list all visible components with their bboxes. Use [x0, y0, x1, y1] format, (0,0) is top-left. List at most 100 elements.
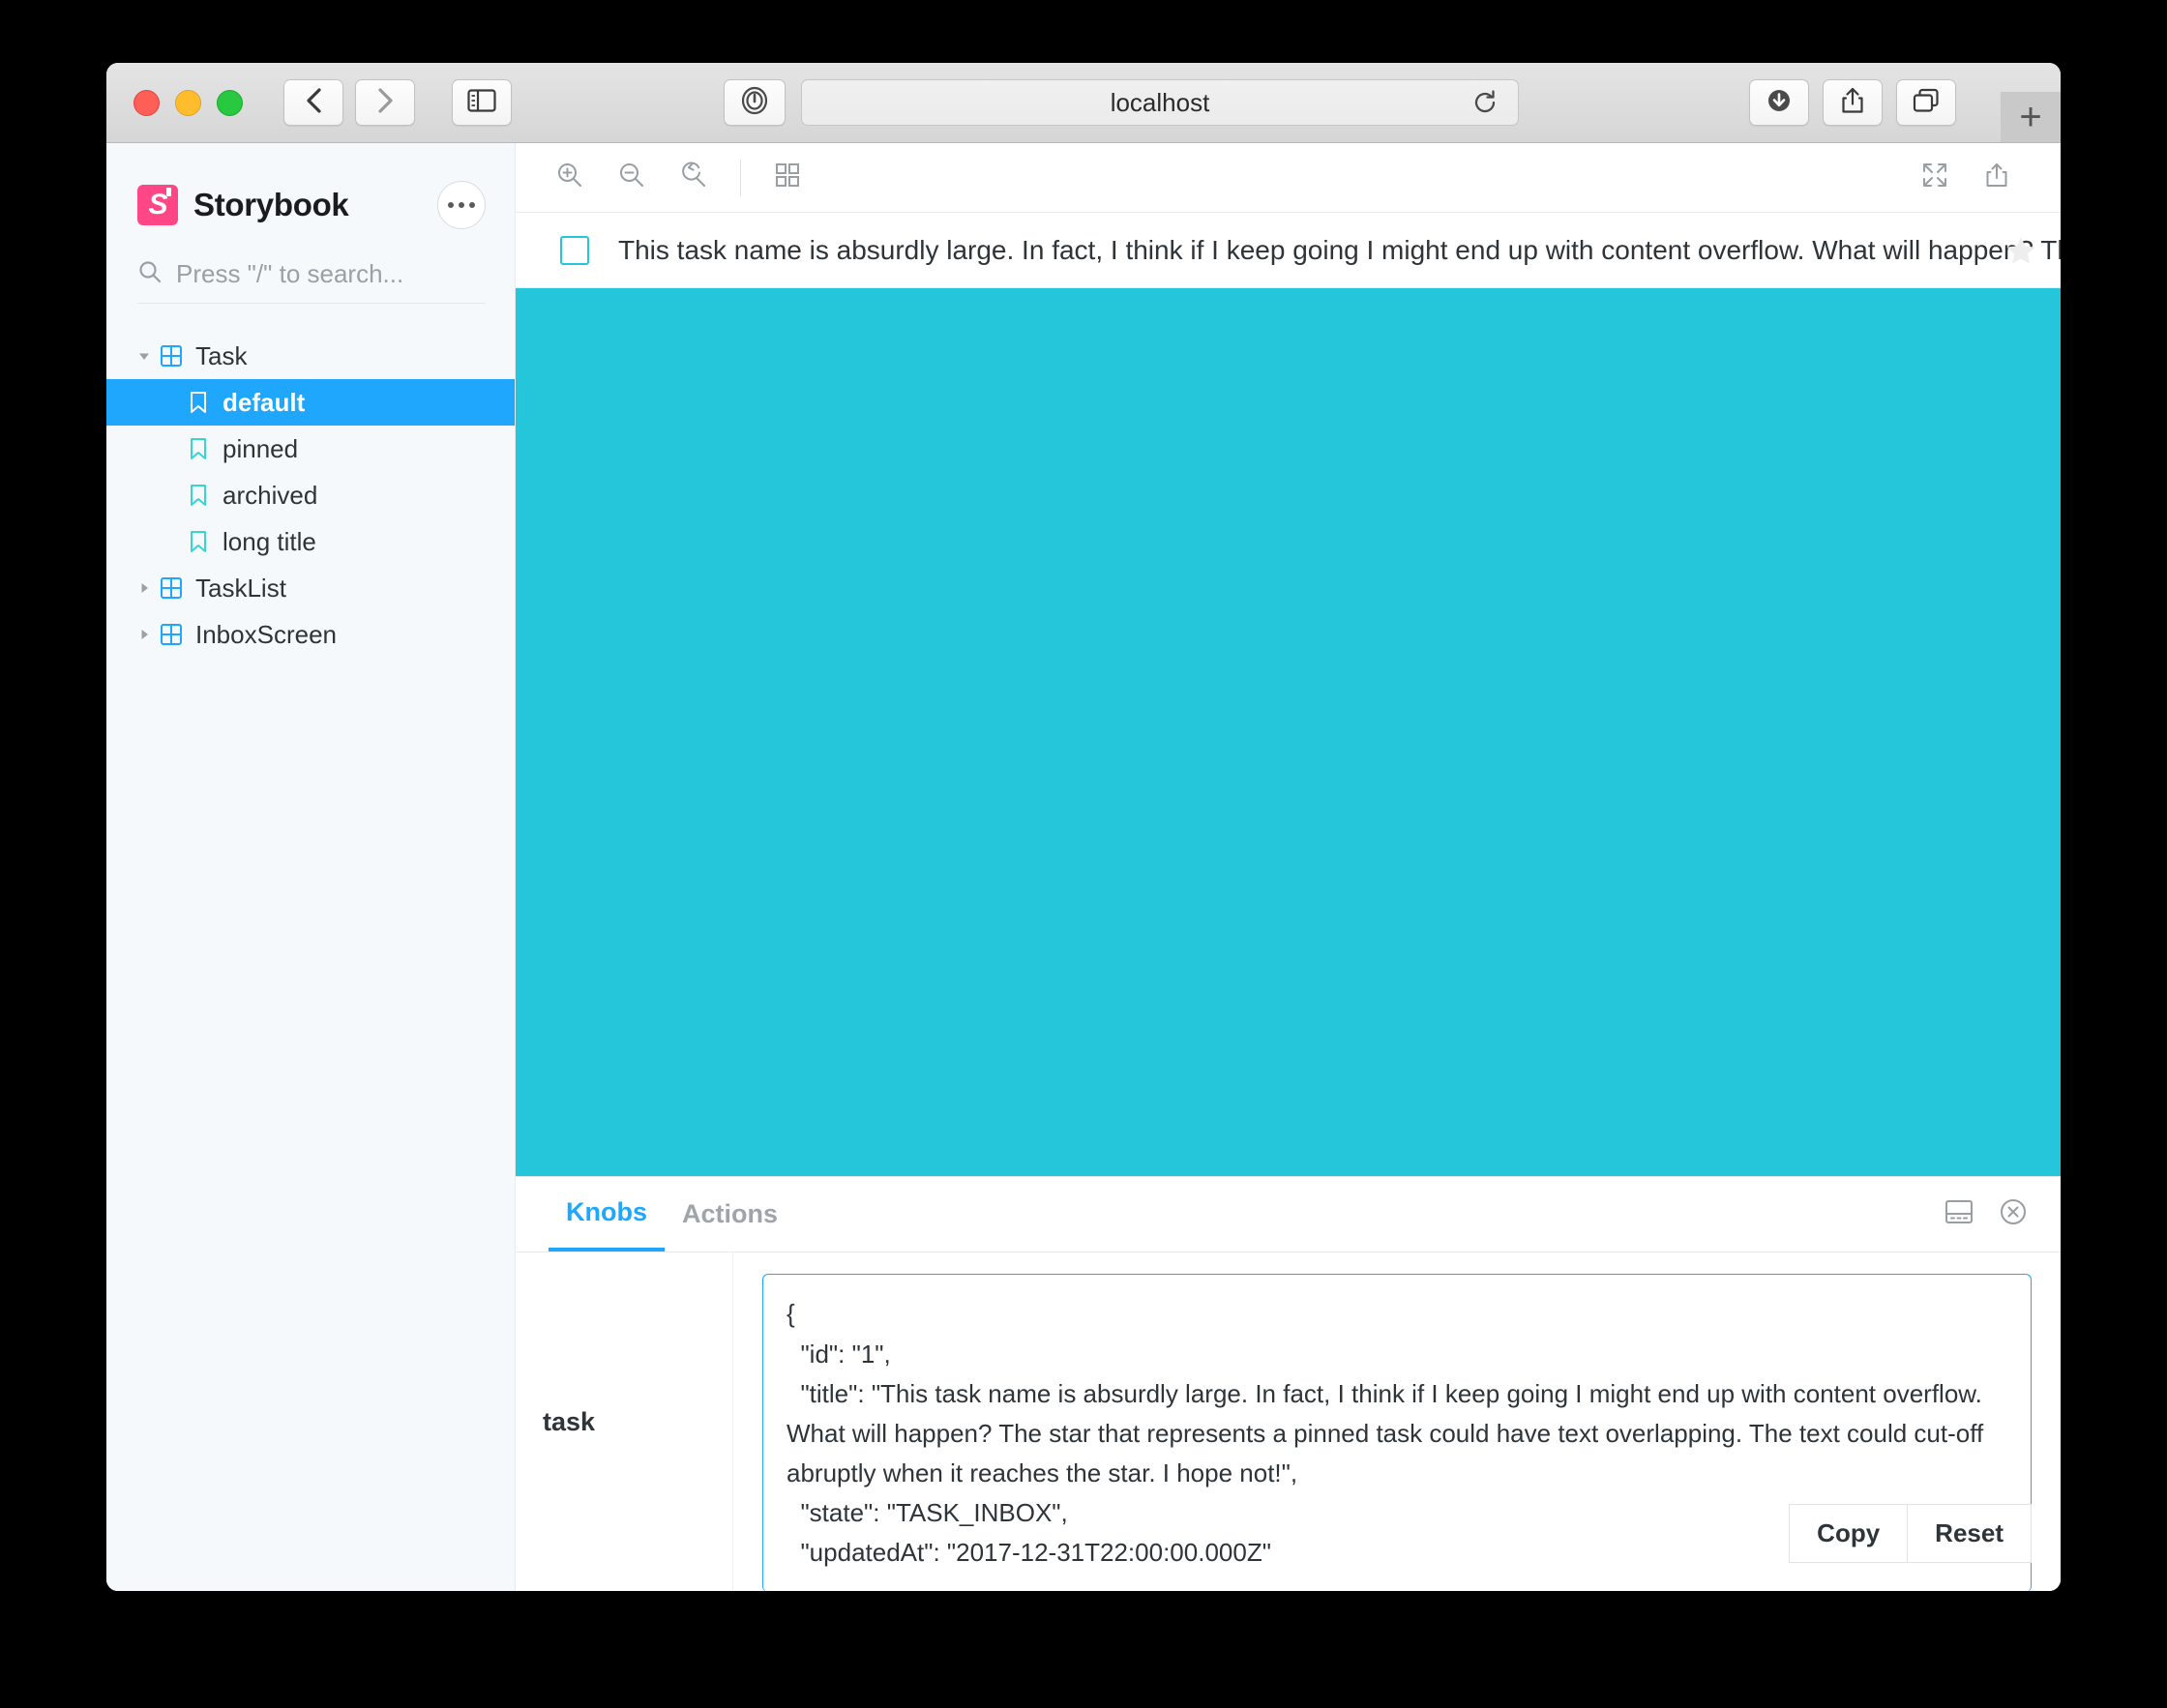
tab-knobs[interactable]: Knobs — [549, 1177, 665, 1252]
grid-background-icon — [775, 162, 800, 192]
task-item: This task name is absurdly large. In fac… — [516, 213, 2061, 288]
share-icon — [1839, 86, 1866, 120]
sidebar-item-label: default — [223, 387, 306, 417]
open-in-new-tab-button[interactable] — [1966, 149, 2028, 207]
copy-button[interactable]: Copy — [1789, 1504, 1909, 1563]
story-bookmark-icon — [182, 391, 215, 414]
tab-label: Actions — [682, 1199, 779, 1229]
minimize-window-button[interactable] — [175, 89, 201, 116]
search-input[interactable]: Press "/" to search... — [137, 259, 486, 304]
story-bookmark-icon — [182, 437, 215, 460]
tab-label: Knobs — [566, 1197, 647, 1227]
chevron-right-icon[interactable] — [134, 581, 155, 595]
knob-buttons: Copy Reset — [1789, 1504, 2032, 1563]
panel-position-button[interactable] — [1944, 1199, 1974, 1229]
sidebar-item-inboxscreen[interactable]: InboxScreen — [106, 611, 515, 658]
toolbar-divider — [740, 159, 741, 196]
more-options-icon — [448, 202, 454, 208]
back-chevron-icon — [304, 86, 323, 120]
window-controls — [134, 89, 243, 116]
forward-chevron-icon — [375, 86, 395, 120]
sidebar-item-long-title[interactable]: long title — [106, 518, 515, 565]
storybook-logo-icon: S — [137, 185, 178, 225]
chevron-down-icon[interactable] — [134, 349, 155, 363]
addon-panel-tabs: Knobs Actions — [516, 1177, 2061, 1253]
panel-position-icon — [1944, 1200, 1974, 1228]
sidebar-item-tasklist[interactable]: TaskList — [106, 565, 515, 611]
search-placeholder: Press "/" to search... — [176, 259, 404, 288]
pin-star-icon[interactable] — [2004, 234, 2037, 267]
addon-panel: Knobs Actions task {"id": "1", "title":… — [516, 1176, 2061, 1591]
storybook-app: S Storybook Press "/" to search... Task … — [106, 143, 2061, 1591]
fullscreen-button[interactable] — [1904, 149, 1966, 207]
toolbar-right-buttons — [1749, 79, 1956, 126]
tab-overview-button[interactable] — [1896, 79, 1956, 126]
storybook-sidebar: S Storybook Press "/" to search... Task … — [106, 143, 516, 1591]
component-icon — [155, 344, 188, 368]
navigation-buttons — [283, 79, 415, 126]
zoom-in-icon — [555, 161, 584, 194]
sidebar-item-archived[interactable]: archived — [106, 472, 515, 518]
storybook-logo-letter: S — [148, 189, 167, 221]
story-tree: Task default pinned archived long title … — [106, 333, 515, 658]
zoom-out-button[interactable] — [601, 149, 663, 207]
sidebar-brand-title: Storybook — [193, 187, 349, 222]
story-canvas — [516, 288, 2061, 1177]
sidebar-item-label: pinned — [223, 433, 299, 463]
tab-overview-icon — [1912, 87, 1941, 119]
addon-panel-actions — [1944, 1197, 2061, 1231]
url-text: localhost — [1110, 87, 1210, 117]
open-in-new-tab-icon — [1984, 162, 2009, 193]
tab-actions[interactable]: Actions — [665, 1177, 795, 1252]
sidebar-menu-button[interactable] — [437, 181, 486, 229]
sidebar-toggle-button[interactable] — [452, 79, 512, 126]
close-panel-button[interactable] — [1999, 1197, 2028, 1231]
more-options-icon — [469, 202, 475, 208]
component-icon — [155, 623, 188, 646]
sidebar-item-pinned[interactable]: pinned — [106, 426, 515, 472]
maximize-window-button[interactable] — [217, 89, 243, 116]
component-icon — [155, 576, 188, 600]
knob-field-cell: { "id": "1", "title": "This task name is… — [733, 1252, 2061, 1591]
sidebar-item-label: TaskList — [195, 573, 286, 603]
knob-name: task — [543, 1407, 596, 1437]
share-button[interactable] — [1823, 79, 1883, 126]
fullscreen-icon — [1921, 162, 1948, 193]
sidebar-item-label: long title — [223, 526, 316, 556]
reset-button[interactable]: Reset — [1908, 1504, 2032, 1563]
reload-button[interactable] — [1471, 89, 1499, 116]
story-bookmark-icon — [182, 484, 215, 507]
close-panel-icon — [1999, 1199, 2028, 1230]
more-options-icon — [459, 202, 464, 208]
sidebar-item-task[interactable]: Task — [106, 333, 515, 379]
storybook-main: This task name is absurdly large. In fac… — [516, 143, 2061, 1591]
zoom-out-icon — [617, 161, 646, 194]
forward-button[interactable] — [355, 79, 415, 126]
downloads-icon — [1765, 86, 1794, 120]
back-button[interactable] — [283, 79, 343, 126]
downloads-button[interactable] — [1749, 79, 1809, 126]
close-window-button[interactable] — [134, 89, 160, 116]
screen: localhost + S Storybook Press "/" to sea… — [0, 0, 2167, 1708]
knob-label-cell: task — [516, 1252, 733, 1591]
sidebar-item-label: Task — [195, 340, 248, 370]
browser-window: localhost + S Storybook Press "/" to sea… — [106, 63, 2061, 1591]
new-tab-label: + — [2019, 96, 2042, 138]
sidebar-item-label: InboxScreen — [195, 619, 337, 649]
address-bar[interactable]: localhost — [801, 79, 1519, 126]
story-bookmark-icon — [182, 530, 215, 553]
sidebar-item-default[interactable]: default — [106, 379, 515, 426]
password-manager-button[interactable] — [724, 79, 786, 126]
task-checkbox[interactable] — [560, 235, 589, 265]
sidebar-item-label: archived — [223, 480, 318, 510]
zoom-reset-button[interactable] — [663, 149, 725, 207]
password-manager-icon — [740, 86, 769, 120]
sidebar-brand[interactable]: S Storybook — [106, 164, 515, 234]
search-icon — [137, 259, 163, 289]
chevron-right-icon[interactable] — [134, 628, 155, 641]
zoom-in-button[interactable] — [539, 149, 601, 207]
sidebar-toggle-icon — [467, 88, 496, 117]
new-tab-button[interactable]: + — [2001, 92, 2061, 142]
grid-background-button[interactable] — [757, 149, 818, 207]
task-title[interactable]: This task name is absurdly large. In fac… — [618, 235, 2061, 266]
